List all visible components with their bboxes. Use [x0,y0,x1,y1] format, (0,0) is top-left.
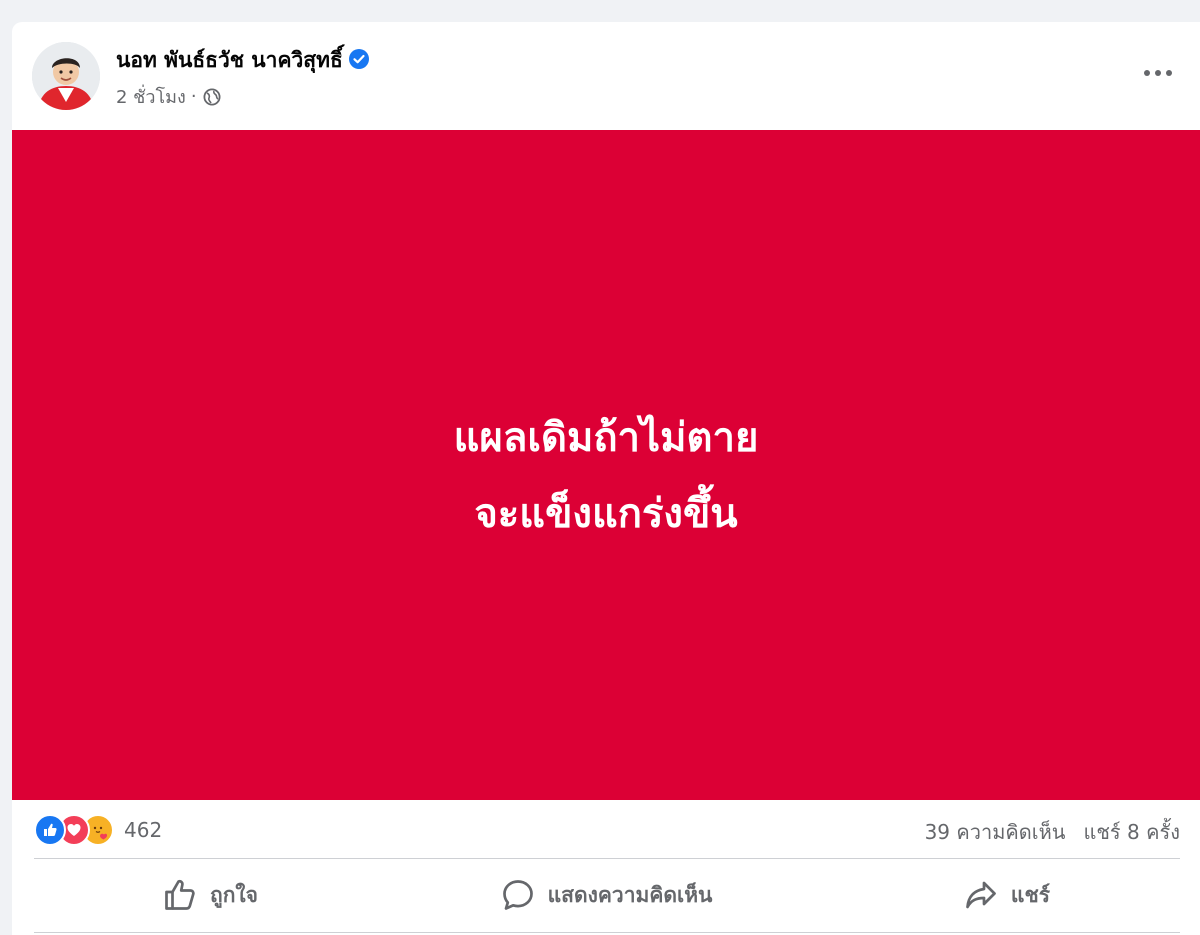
avatar-image [32,42,100,110]
comments-shares-summary: 39 ความคิดเห็น แชร์ 8 ครั้ง [925,816,1180,848]
more-horizontal-icon [1144,70,1172,76]
author-name-text[interactable]: นอท พันธ์ธวัช นาควิสุทธิ์ [116,48,343,72]
like-thumb-icon [165,879,195,910]
like-button-label: ถูกใจ [210,882,258,907]
post-card: นอท พันธ์ธวัช นาควิสุทธิ์ 2 ชั่วโมง · แผ… [12,22,1200,935]
reaction-count[interactable]: 462 [124,818,162,842]
globe-icon[interactable] [203,88,221,106]
share-button[interactable]: แชร์ [754,862,1180,928]
post-stats: 462 39 ความคิดเห็น แชร์ 8 ครั้ง [12,800,1200,858]
post-text-line-2: จะแข็งแกร่งขึ้น [474,491,738,537]
reactions-summary[interactable]: 462 [34,814,162,846]
comment-button-label: แสดงความคิดเห็น [547,882,713,907]
more-options-button[interactable] [1140,58,1176,88]
author-name[interactable]: นอท พันธ์ธวัช นาควิสุทธิ์ [116,44,369,77]
stats-divider [34,858,1180,859]
share-arrow-icon [966,881,996,909]
meta-separator: · [190,86,197,107]
post-meta: 2 ชั่วโมง · [116,82,221,111]
post-image[interactable]: แผลเดิมถ้าไม่ตาย จะแข็งแกร่งขึ้น [12,130,1200,800]
verified-badge-icon [348,49,369,69]
like-reaction-icon [34,814,66,846]
avatar[interactable] [32,42,100,110]
share-count[interactable]: แชร์ 8 ครั้ง [1083,820,1180,844]
like-button[interactable]: ถูกใจ [34,862,458,928]
comment-button[interactable]: แสดงความคิดเห็น [458,862,754,928]
comment-bubble-icon [502,880,533,910]
share-button-label: แชร์ [1010,882,1050,907]
post-text-line-1: แผลเดิมถ้าไม่ตาย [453,415,759,461]
post-time[interactable]: 2 ชั่วโมง [116,82,186,111]
post-actions: ถูกใจ แสดงความคิดเห็น แชร์ [34,862,1180,928]
post-header: นอท พันธ์ธวัช นาควิสุทธิ์ 2 ชั่วโมง · [12,22,1200,130]
comment-count[interactable]: 39 ความคิดเห็น [925,820,1066,844]
actions-divider [34,932,1180,933]
